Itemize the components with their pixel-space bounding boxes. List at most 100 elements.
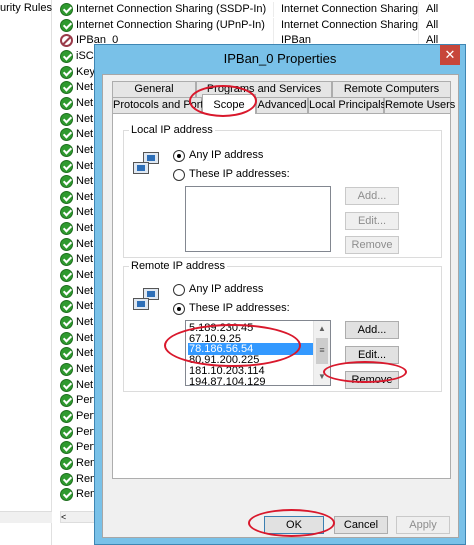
remote-these-radio-button[interactable] — [173, 303, 185, 315]
remote-remove-button[interactable]: Remove — [345, 371, 399, 389]
local-these-label: These IP addresses: — [189, 168, 290, 180]
properties-dialog: IPBan_0 Properties ✕ General Programs an… — [94, 44, 466, 545]
allow-rule-icon — [60, 425, 73, 439]
local-network-icon — [133, 152, 161, 176]
rule-profile: All — [426, 18, 439, 31]
allow-rule-icon — [60, 394, 73, 408]
rule-name: Net — [76, 222, 94, 235]
local-ip-title: Local IP address — [129, 124, 215, 136]
allow-rule-icon — [60, 65, 73, 79]
scope-tab-panel: Local IP address Any IP address These IP… — [112, 113, 451, 479]
rule-name: Net — [76, 96, 94, 109]
scroll-down-icon[interactable]: ▼ — [314, 369, 330, 385]
list-item[interactable]: 67.10.9.25 — [188, 333, 321, 345]
local-these-radio-button[interactable] — [173, 169, 185, 181]
allow-rule-icon — [60, 143, 73, 157]
tab-advanced[interactable]: Advanced — [256, 97, 308, 113]
tree-item-security-rules[interactable]: urity Rules — [0, 2, 52, 14]
allow-rule-icon — [60, 300, 73, 314]
close-icon: ✕ — [444, 47, 456, 62]
allow-rule-icon — [60, 331, 73, 345]
remote-any-label: Any IP address — [189, 283, 264, 295]
remote-ip-title: Remote IP address — [129, 260, 227, 272]
rule-name: Net — [76, 316, 94, 328]
allow-rule-icon — [60, 456, 73, 470]
remote-edit-button[interactable]: Edit... — [345, 346, 399, 364]
rule-name: Net — [76, 81, 94, 94]
rule-profile: All — [426, 3, 439, 15]
tab-remote-computers[interactable]: Remote Computers — [332, 81, 451, 97]
allow-rule-icon — [60, 222, 73, 236]
remote-add-button[interactable]: Add... — [345, 321, 399, 339]
rule-name: Net — [76, 237, 94, 250]
rule-name: Net — [76, 284, 94, 297]
list-item[interactable]: 194.87.104.129 — [188, 376, 321, 386]
allow-rule-icon — [60, 269, 73, 283]
rule-name: Internet Connection Sharing (SSDP-In) — [76, 3, 267, 15]
rule-name: Net — [76, 253, 94, 266]
allow-rule-icon — [60, 237, 73, 251]
scroll-thumb[interactable]: ≡ — [316, 338, 328, 364]
remote-any-radio-button[interactable] — [173, 284, 185, 296]
allow-rule-icon — [60, 96, 73, 110]
remote-list-scrollbar[interactable]: ▲ ≡ ▼ — [313, 321, 330, 385]
allow-rule-icon — [60, 316, 73, 329]
close-button[interactable]: ✕ — [440, 45, 460, 65]
allow-rule-icon — [60, 18, 73, 32]
remote-ip-list[interactable]: 194.87.104.129 181.10.203.114 80.91.200.22… — [185, 320, 331, 386]
rule-name: Net — [76, 269, 94, 282]
table-row[interactable]: Internet Connection Sharing (SSDP-In) Int… — [58, 2, 474, 18]
ok-button[interactable]: OK — [264, 516, 324, 534]
rule-name: Net — [76, 378, 94, 391]
rule-name: Net — [76, 190, 94, 203]
block-rule-icon — [60, 34, 73, 48]
console-tree-pane: urity Rules — [0, 0, 52, 545]
remote-these-label: These IP addresses: — [189, 302, 290, 314]
allow-rule-icon — [60, 488, 73, 502]
tab-general[interactable]: General — [112, 81, 196, 97]
tab-protocols-and-ports[interactable]: Protocols and Ports — [112, 97, 209, 113]
allow-rule-icon — [60, 3, 73, 16]
allow-rule-icon — [60, 347, 73, 361]
scroll-left-icon[interactable]: < — [61, 512, 66, 522]
local-any-label: Any IP address — [189, 149, 264, 161]
rule-name: Net — [76, 175, 94, 188]
allow-rule-icon — [60, 159, 73, 173]
rule-name: Net — [76, 331, 94, 344]
table-row[interactable]: Internet Connection Sharing (UPnP-In) Int… — [58, 17, 474, 34]
list-item[interactable]: 181.10.203.114 — [188, 365, 321, 377]
local-any-radio-button[interactable] — [173, 150, 185, 162]
list-item[interactable]: 80.91.200.225 — [188, 354, 321, 366]
local-edit-button[interactable]: Edit... — [345, 212, 399, 230]
rule-name: Net — [76, 128, 94, 141]
allow-rule-icon — [60, 190, 73, 204]
local-add-button[interactable]: Add... — [345, 187, 399, 205]
tab-remote-users[interactable]: Remote Users — [384, 97, 455, 113]
local-remove-button[interactable]: Remove — [345, 236, 399, 254]
rule-name: Net — [76, 362, 94, 375]
allow-rule-icon — [60, 362, 73, 376]
dialog-title-bar[interactable]: IPBan_0 Properties ✕ — [95, 45, 465, 74]
allow-rule-icon — [60, 175, 73, 189]
scroll-up-icon[interactable]: ▲ — [314, 321, 330, 337]
apply-button[interactable]: Apply — [396, 516, 450, 534]
local-ip-list[interactable] — [185, 186, 331, 252]
rule-name: Net — [76, 159, 94, 172]
rule-name: Net — [76, 206, 94, 219]
allow-rule-icon — [60, 472, 73, 486]
tab-scope[interactable]: Scope — [202, 94, 256, 114]
rule-name: Internet Connection Sharing (UPnP-In) — [76, 18, 265, 31]
list-item[interactable]: 78.186.56.54 — [188, 343, 321, 356]
rule-name: Net — [76, 347, 94, 360]
tab-local-principals[interactable]: Local Principals — [308, 97, 386, 113]
tree-scrollbar[interactable] — [0, 511, 52, 523]
allow-rule-icon — [60, 441, 73, 455]
rule-name: Net — [76, 143, 94, 156]
rule-name: Net — [76, 300, 94, 313]
list-item[interactable]: 5.189.230.45 — [188, 322, 321, 334]
cancel-button[interactable]: Cancel — [334, 516, 388, 534]
allow-rule-icon — [60, 128, 73, 142]
allow-rule-icon — [60, 253, 73, 267]
allow-rule-icon — [60, 49, 73, 63]
remote-network-icon — [133, 288, 161, 312]
